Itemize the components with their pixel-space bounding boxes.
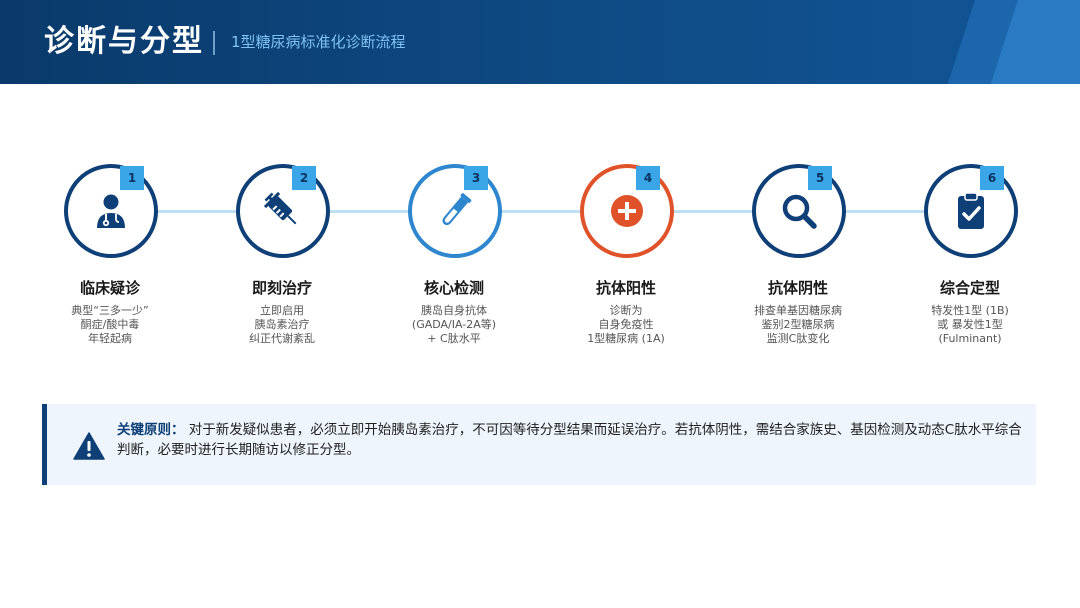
process-step-4: 4 抗体阳性 诊断为 自身免疫性 1型糖尿病 (1A) — [540, 164, 712, 354]
step-description: 胰岛自身抗体 (GADA/IA-2A等) + C肽水平 — [368, 304, 540, 346]
step-title: 即刻治疗 — [251, 279, 312, 297]
process-step-2: 2 即刻治疗 立即启用 胰岛素治疗 纠正代谢紊乱 — [196, 164, 368, 354]
callout-body: 对于新发疑似患者，必须立即开始胰岛素治疗，不可因等待分型结果而延误治疗。若抗体阴… — [117, 422, 1022, 458]
process-step-3: 3 核心检测 胰岛自身抗体 (GADA/IA-2A等) + C肽水平 — [368, 164, 540, 354]
step-title: 核心检测 — [423, 279, 484, 297]
step-description-line: 监测C肽变化 — [766, 332, 830, 345]
step-number-badge: 6 — [980, 166, 1004, 190]
step-description-line: 自身免疫性 — [598, 318, 654, 331]
step-description-line: 纠正代谢紊乱 — [249, 332, 315, 345]
step-description-line: 排查单基因糖尿病 — [754, 304, 842, 317]
title-divider — [213, 31, 215, 55]
step-description-line: 立即启用 — [260, 304, 304, 317]
search-icon — [782, 194, 817, 229]
doctor-icon — [97, 194, 125, 228]
step-number-badge: 5 — [808, 166, 832, 190]
step-title: 综合定型 — [939, 279, 1000, 297]
callout-text: 关键原则： 对于新发疑似患者，必须立即开始胰岛素治疗，不可因等待分型结果而延误治… — [117, 420, 1022, 460]
syringe-icon — [263, 191, 297, 225]
step-description-line: 酮症/酸中毒 — [80, 318, 140, 331]
step-number-badge: 3 — [464, 166, 488, 190]
page-title: 诊断与分型 — [44, 24, 204, 59]
step-title: 临床疑诊 — [79, 279, 140, 297]
step-description: 典型“三多一少” 酮症/酸中毒 年轻起病 — [24, 304, 196, 346]
step-number-badge: 1 — [120, 166, 144, 190]
warning-icon — [73, 432, 105, 460]
step-description-line: 或 暴发性1型 — [937, 318, 1003, 331]
step-description-line: (Fulminant) — [938, 332, 1002, 345]
step-title: 抗体阴性 — [767, 279, 828, 297]
step-description: 诊断为 自身免疫性 1型糖尿病 (1A) — [540, 304, 712, 346]
step-description-line: + C肽水平 — [427, 332, 481, 345]
step-description-line: 典型“三多一少” — [71, 304, 149, 317]
step-description-line: (GADA/IA-2A等) — [411, 318, 497, 331]
step-description-line: 1型糖尿病 (1A) — [587, 332, 665, 345]
key-principle-callout: 关键原则： 对于新发疑似患者，必须立即开始胰岛素治疗，不可因等待分型结果而延误治… — [42, 404, 1036, 485]
step-description-line: 胰岛素治疗 — [254, 318, 310, 331]
process-step-1: 1 临床疑诊 典型“三多一少” 酮症/酸中毒 年轻起病 — [24, 164, 196, 354]
clipboard-check-icon — [958, 192, 984, 229]
step-description-line: 年轻起病 — [88, 332, 132, 345]
step-number-badge: 2 — [292, 166, 316, 190]
plus-circle-icon — [611, 195, 643, 227]
test-tube-icon — [442, 192, 472, 226]
step-description-line: 诊断为 — [609, 304, 643, 317]
step-description: 特发性1型 (1B) 或 暴发性1型 (Fulminant) — [884, 304, 1056, 346]
step-description-line: 鉴别2型糖尿病 — [761, 318, 835, 331]
process-step-6: 6 综合定型 特发性1型 (1B) 或 暴发性1型 (Fulminant) — [884, 164, 1056, 354]
header-bar: 诊断与分型 1型糖尿病标准化诊断流程 — [0, 0, 1080, 84]
step-title: 抗体阳性 — [595, 279, 656, 297]
page-subtitle: 1型糖尿病标准化诊断流程 — [231, 33, 406, 51]
callout-label: 关键原则： — [117, 422, 185, 438]
step-description: 排查单基因糖尿病 鉴别2型糖尿病 监测C肽变化 — [712, 304, 884, 346]
process-step-5: 5 抗体阴性 排查单基因糖尿病 鉴别2型糖尿病 监测C肽变化 — [712, 164, 884, 354]
step-description-line: 胰岛自身抗体 — [421, 304, 487, 317]
step-number-badge: 4 — [636, 166, 660, 190]
step-description-line: 特发性1型 (1B) — [931, 304, 1009, 317]
step-description: 立即启用 胰岛素治疗 纠正代谢紊乱 — [196, 304, 368, 346]
